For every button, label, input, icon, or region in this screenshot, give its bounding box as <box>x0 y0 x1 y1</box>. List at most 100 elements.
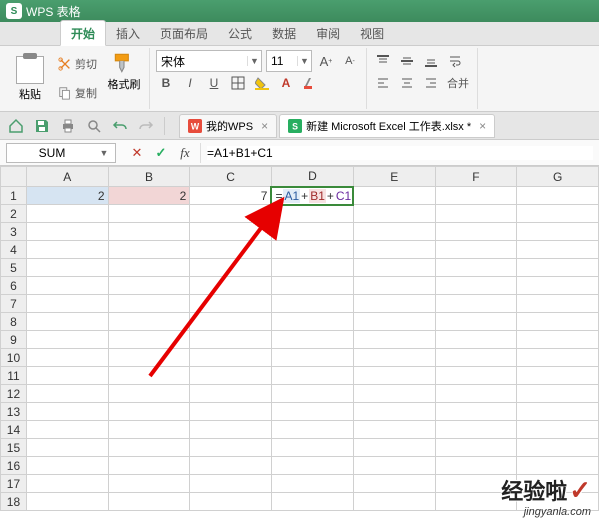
cell[interactable] <box>190 349 272 367</box>
save-icon[interactable] <box>32 116 52 136</box>
ribbon-tab-review[interactable]: 审阅 <box>306 21 350 45</box>
cell[interactable]: 2 <box>108 187 190 205</box>
cell[interactable] <box>353 295 435 313</box>
cell[interactable] <box>435 313 517 331</box>
cell[interactable] <box>271 277 353 295</box>
cell[interactable] <box>271 367 353 385</box>
cell[interactable] <box>190 205 272 223</box>
cell[interactable] <box>353 313 435 331</box>
row-header[interactable]: 13 <box>1 403 27 421</box>
cell[interactable] <box>108 403 190 421</box>
cell[interactable] <box>435 439 517 457</box>
ribbon-tab-view[interactable]: 视图 <box>350 21 394 45</box>
col-header-c[interactable]: C <box>190 167 272 187</box>
cell[interactable] <box>190 259 272 277</box>
col-header-d[interactable]: D <box>271 167 353 187</box>
cell[interactable] <box>26 439 108 457</box>
cell[interactable] <box>353 457 435 475</box>
name-box[interactable]: ▼ <box>6 143 116 163</box>
cell[interactable] <box>435 403 517 421</box>
row-header[interactable]: 2 <box>1 205 27 223</box>
cell[interactable] <box>353 187 435 205</box>
row-header[interactable]: 16 <box>1 457 27 475</box>
cell[interactable] <box>353 475 435 493</box>
cell[interactable] <box>108 223 190 241</box>
cell[interactable] <box>26 367 108 385</box>
formula-input[interactable] <box>207 146 593 160</box>
cell[interactable] <box>517 349 599 367</box>
cell[interactable] <box>517 421 599 439</box>
cell[interactable] <box>517 277 599 295</box>
col-header-e[interactable]: E <box>353 167 435 187</box>
cell[interactable] <box>271 295 353 313</box>
cell[interactable] <box>190 403 272 421</box>
cell[interactable] <box>353 421 435 439</box>
font-name-input[interactable] <box>157 54 247 68</box>
row-header[interactable]: 1 <box>1 187 27 205</box>
col-header-f[interactable]: F <box>435 167 517 187</box>
cell[interactable] <box>517 367 599 385</box>
paste-button[interactable]: 粘贴 <box>10 50 50 107</box>
cell[interactable] <box>435 295 517 313</box>
row-header[interactable]: 17 <box>1 475 27 493</box>
cell[interactable] <box>435 187 517 205</box>
cell[interactable] <box>517 331 599 349</box>
cell[interactable] <box>517 439 599 457</box>
cell[interactable] <box>435 349 517 367</box>
cell[interactable] <box>271 403 353 421</box>
cell[interactable] <box>271 457 353 475</box>
ribbon-tab-layout[interactable]: 页面布局 <box>150 21 218 45</box>
cell[interactable] <box>271 331 353 349</box>
row-header[interactable]: 6 <box>1 277 27 295</box>
cell[interactable] <box>190 457 272 475</box>
cell[interactable] <box>26 421 108 439</box>
col-header-a[interactable]: A <box>26 167 108 187</box>
name-box-input[interactable] <box>7 146 97 160</box>
cell[interactable] <box>353 223 435 241</box>
home-icon[interactable] <box>6 116 26 136</box>
align-bottom-icon[interactable] <box>421 51 441 71</box>
cell[interactable] <box>435 277 517 295</box>
cell[interactable] <box>353 367 435 385</box>
row-header[interactable]: 18 <box>1 493 27 511</box>
undo-icon[interactable] <box>110 116 130 136</box>
row-header[interactable]: 10 <box>1 349 27 367</box>
cell[interactable] <box>271 259 353 277</box>
cell[interactable] <box>435 421 517 439</box>
cell[interactable] <box>517 295 599 313</box>
row-header[interactable]: 15 <box>1 439 27 457</box>
cell[interactable] <box>353 385 435 403</box>
cell[interactable] <box>517 385 599 403</box>
cell[interactable] <box>353 349 435 367</box>
ribbon-tab-formula[interactable]: 公式 <box>218 21 262 45</box>
cell[interactable] <box>435 259 517 277</box>
cell[interactable] <box>271 421 353 439</box>
cell[interactable] <box>353 493 435 511</box>
cell[interactable] <box>190 277 272 295</box>
cell[interactable] <box>271 205 353 223</box>
cell[interactable] <box>271 313 353 331</box>
cell[interactable] <box>435 223 517 241</box>
cell[interactable] <box>26 223 108 241</box>
cell[interactable]: 2 <box>26 187 108 205</box>
cell[interactable] <box>190 421 272 439</box>
row-header[interactable]: 8 <box>1 313 27 331</box>
row-header[interactable]: 7 <box>1 295 27 313</box>
cell[interactable] <box>108 457 190 475</box>
chevron-down-icon[interactable]: ▼ <box>97 148 111 158</box>
print-preview-icon[interactable] <box>84 116 104 136</box>
cancel-formula-icon[interactable]: ✕ <box>126 143 148 163</box>
cell[interactable] <box>353 403 435 421</box>
cell[interactable] <box>108 475 190 493</box>
cell[interactable] <box>517 313 599 331</box>
cell[interactable] <box>517 205 599 223</box>
cell[interactable] <box>108 349 190 367</box>
align-center-icon[interactable] <box>397 73 417 93</box>
cell[interactable] <box>190 331 272 349</box>
copy-button[interactable]: 复制 <box>56 85 99 101</box>
cell[interactable] <box>26 349 108 367</box>
cell[interactable] <box>353 241 435 259</box>
cell[interactable] <box>190 223 272 241</box>
underline-icon[interactable]: U <box>204 73 224 93</box>
cell[interactable] <box>353 259 435 277</box>
